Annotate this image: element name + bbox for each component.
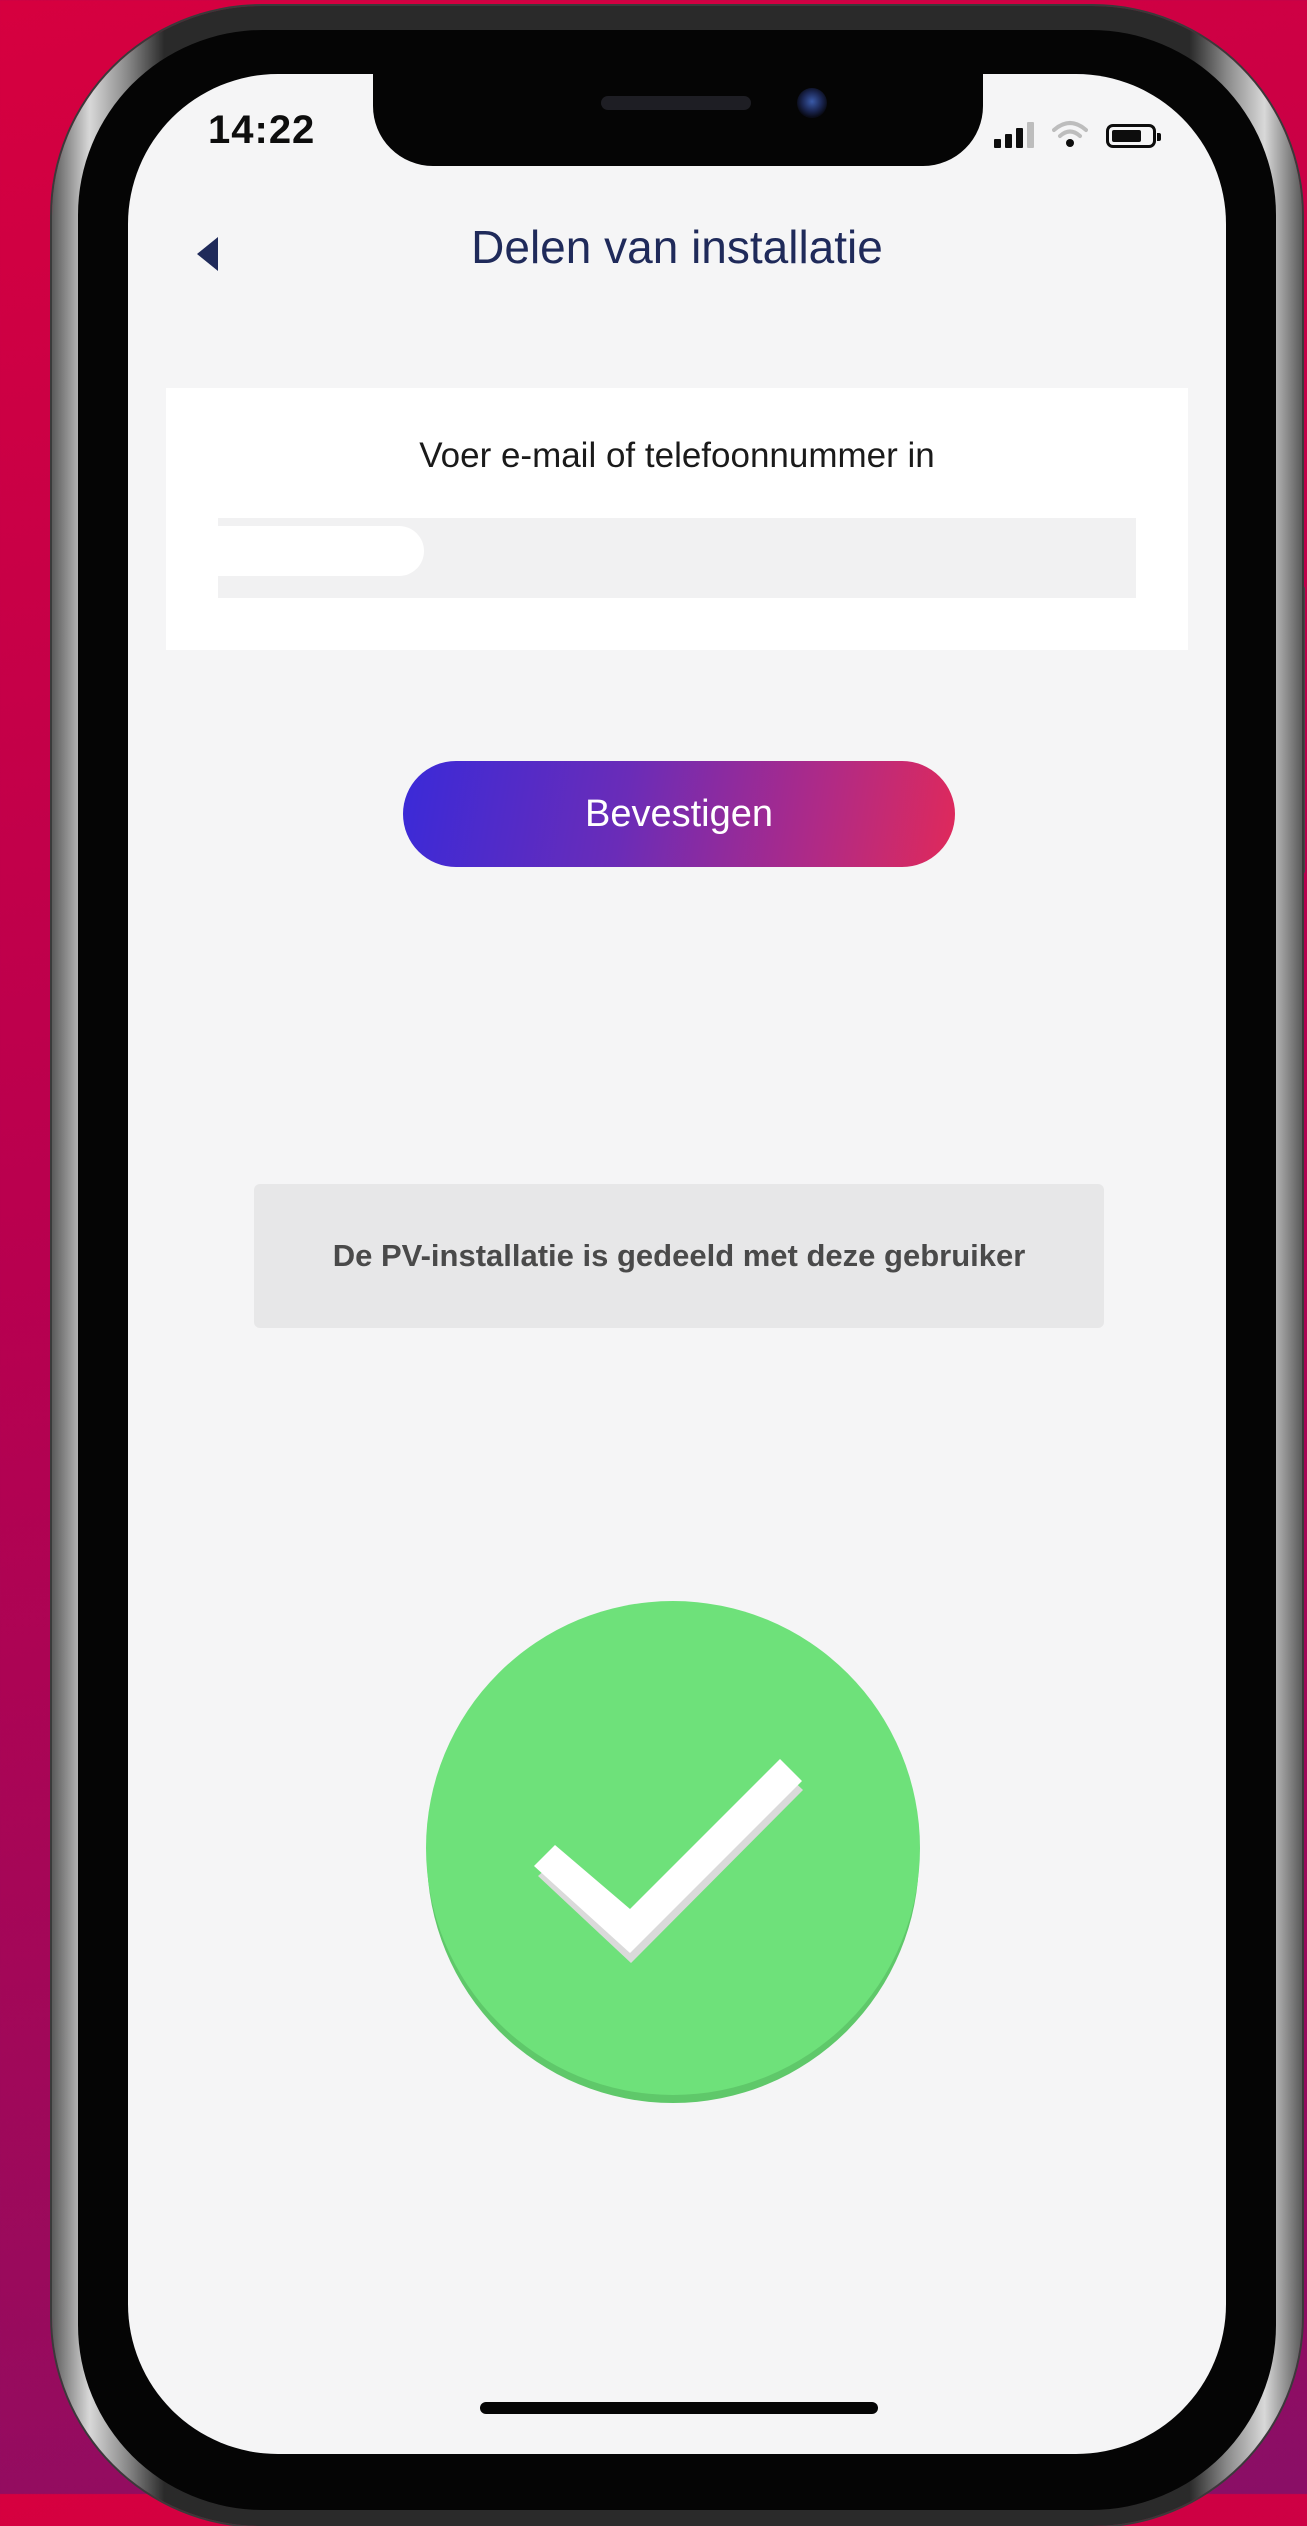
input-label: Voer e-mail of telefoonnummer in <box>419 436 935 475</box>
status-icons <box>994 118 1161 148</box>
speaker-grille <box>601 96 751 110</box>
home-indicator[interactable] <box>480 2402 878 2414</box>
cellular-signal-icon <box>994 122 1034 148</box>
wifi-icon <box>1052 121 1088 147</box>
toast-message: De PV-installatie is gedeeld met deze ge… <box>254 1184 1104 1328</box>
confirm-button[interactable]: Bevestigen <box>403 761 955 867</box>
redacted-input-value <box>218 526 424 576</box>
page-title: Delen van installatie <box>471 221 883 273</box>
input-card: Voer e-mail of telefoonnummer in <box>166 388 1188 650</box>
notch <box>373 74 983 166</box>
battery-tip <box>1157 133 1161 141</box>
battery-level <box>1112 130 1141 142</box>
checkmark-circle-icon <box>426 1601 920 2103</box>
phone-screen: 14:22 Delen van installatie Voer e-mail … <box>128 74 1226 2454</box>
status-time: 14:22 <box>208 108 316 152</box>
battery-icon <box>1106 124 1161 148</box>
front-camera <box>797 88 827 118</box>
